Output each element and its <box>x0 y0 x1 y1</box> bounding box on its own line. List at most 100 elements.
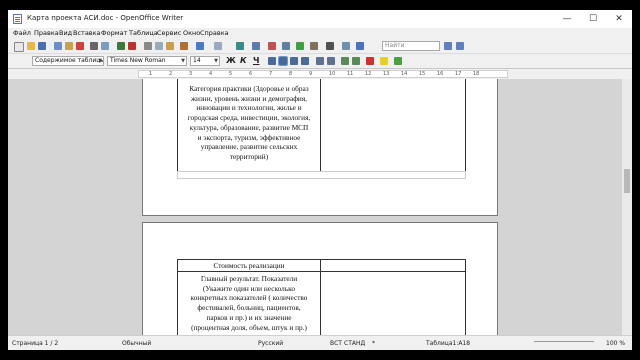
zoom-slider[interactable] <box>534 341 594 348</box>
find-prev-icon[interactable] <box>456 42 464 50</box>
scrollbar-thumb[interactable] <box>624 169 630 193</box>
undo-icon[interactable] <box>196 42 204 50</box>
standard-toolbar: Найти <box>8 39 632 54</box>
minimize-button[interactable]: — <box>554 10 580 28</box>
menu-table[interactable]: Таблица <box>129 29 158 37</box>
chevron-down-icon: ▼ <box>214 58 218 64</box>
format-paintbrush-icon[interactable] <box>180 42 188 50</box>
ruler-tick: 5 <box>229 71 233 77</box>
ruler-tick: 3 <box>189 71 193 77</box>
find-next-icon[interactable] <box>444 42 452 50</box>
redo-icon[interactable] <box>214 42 222 50</box>
nonprinting-chars-icon[interactable] <box>326 42 334 50</box>
email-icon[interactable] <box>54 42 62 50</box>
table-cell[interactable]: Главный результат. Показатели (Укажите о… <box>177 271 321 335</box>
menu-help[interactable]: Справка <box>200 29 229 37</box>
increase-indent-icon[interactable] <box>352 57 360 65</box>
page-1[interactable]: Категория практики (Здоровье и образ жиз… <box>142 79 498 216</box>
justify-icon[interactable] <box>301 57 309 65</box>
page-2[interactable]: Стоимость реализации Главный результат. … <box>142 222 498 335</box>
copy-icon[interactable] <box>155 42 163 50</box>
menu-edit[interactable]: Правка <box>34 29 59 37</box>
font-color-icon[interactable] <box>366 57 374 65</box>
underline-button[interactable]: Ч <box>253 56 259 65</box>
cell-text: Стоимость реализации <box>213 261 285 270</box>
new-document-icon[interactable] <box>14 42 24 52</box>
menu-view[interactable]: Вид <box>59 29 72 37</box>
align-left-icon[interactable] <box>268 57 276 65</box>
status-insert-mode[interactable]: ВСТ <box>330 340 342 347</box>
ruler-tick: 2 <box>169 71 173 77</box>
background-color-icon[interactable] <box>394 57 402 65</box>
ruler-tick: 12 <box>365 71 372 77</box>
paste-icon[interactable] <box>166 42 174 50</box>
menu-bar: Файл Правка Вид Вставка Формат Таблица С… <box>8 28 632 39</box>
cell-text: Категория практики (Здоровье и образ жиз… <box>187 84 311 161</box>
paragraph-style-select[interactable]: Содержимое таблицы ▼ <box>32 56 104 66</box>
ruler-tick: 8 <box>289 71 293 77</box>
show-draw-icon[interactable] <box>268 42 276 50</box>
ruler-tick: 9 <box>309 71 313 77</box>
menu-file[interactable]: Файл <box>13 29 31 37</box>
document-area[interactable]: Категория практики (Здоровье и образ жиз… <box>8 79 622 335</box>
decrease-indent-icon[interactable] <box>341 57 349 65</box>
edit-icon[interactable] <box>65 42 73 50</box>
save-icon[interactable] <box>38 42 46 50</box>
vertical-scrollbar[interactable] <box>622 79 632 335</box>
numbering-icon[interactable] <box>316 57 324 65</box>
table-icon[interactable] <box>252 42 260 50</box>
status-page-style[interactable]: Обычный <box>122 340 151 347</box>
maximize-button[interactable]: ☐ <box>580 10 606 28</box>
cut-icon[interactable] <box>144 42 152 50</box>
formatting-toolbar: Содержимое таблицы ▼ Times New Roman ▼ 1… <box>8 54 632 69</box>
menu-format[interactable]: Формат <box>101 29 127 37</box>
print-preview-icon[interactable] <box>101 42 109 50</box>
align-right-icon[interactable] <box>290 57 298 65</box>
font-name-select[interactable]: Times New Roman ▼ <box>107 56 187 66</box>
ruler-tick: 6 <box>249 71 253 77</box>
autospellcheck-icon[interactable] <box>128 42 136 50</box>
zoom-icon[interactable] <box>342 42 350 50</box>
close-button[interactable]: ✕ <box>606 10 632 28</box>
status-language[interactable]: Русский <box>258 340 283 347</box>
navigator-icon[interactable] <box>282 42 290 50</box>
table-cell[interactable] <box>320 271 466 335</box>
open-icon[interactable] <box>27 42 35 50</box>
window-title: Карта проекта АСИ.doc - OpenOffice Write… <box>27 14 184 22</box>
hyperlink-icon[interactable] <box>236 42 244 50</box>
ruler-tick: 18 <box>473 71 480 77</box>
horizontal-ruler[interactable]: 1 2 3 4 5 6 7 8 9 10 11 12 13 14 15 16 1… <box>138 70 508 78</box>
print-icon[interactable] <box>90 42 98 50</box>
menu-tools[interactable]: Сервис <box>157 29 181 37</box>
ruler-tick: 17 <box>455 71 462 77</box>
cell-text: Главный результат. Показатели (Укажите о… <box>189 274 310 335</box>
menu-insert[interactable]: Вставка <box>73 29 101 37</box>
status-zoom[interactable]: 100 % <box>606 340 625 347</box>
font-size-select[interactable]: 14 ▼ <box>190 56 220 66</box>
status-page[interactable]: Страница 1 / 2 <box>12 340 58 347</box>
gallery-icon[interactable] <box>296 42 304 50</box>
status-selection-mode[interactable]: СТАНД <box>344 340 365 347</box>
table-cell[interactable] <box>320 79 466 172</box>
italic-button[interactable]: К <box>240 56 247 65</box>
bold-button[interactable]: Ж <box>226 56 236 65</box>
datasource-icon[interactable] <box>310 42 318 50</box>
spellcheck-icon[interactable] <box>117 42 125 50</box>
ruler-tick: 15 <box>419 71 426 77</box>
bullets-icon[interactable] <box>327 57 335 65</box>
paragraph-style-value: Содержимое таблицы <box>35 57 104 64</box>
font-size-value: 14 <box>193 57 201 64</box>
table-cell[interactable]: Категория практики (Здоровье и образ жиз… <box>177 79 321 172</box>
text-boundary <box>177 171 466 179</box>
menu-window[interactable]: Окно <box>183 29 200 37</box>
find-input-text: Найти <box>385 42 405 49</box>
ruler-tick: 11 <box>347 71 354 77</box>
export-pdf-icon[interactable] <box>76 42 84 50</box>
help-icon[interactable] <box>356 42 364 50</box>
chevron-down-icon: ▼ <box>98 58 102 64</box>
font-name-value: Times New Roman <box>110 57 166 64</box>
title-bar: Карта проекта АСИ.doc - OpenOffice Write… <box>8 10 632 28</box>
align-center-icon[interactable] <box>278 56 288 66</box>
find-input[interactable]: Найти <box>382 41 440 51</box>
highlight-icon[interactable] <box>380 57 388 65</box>
